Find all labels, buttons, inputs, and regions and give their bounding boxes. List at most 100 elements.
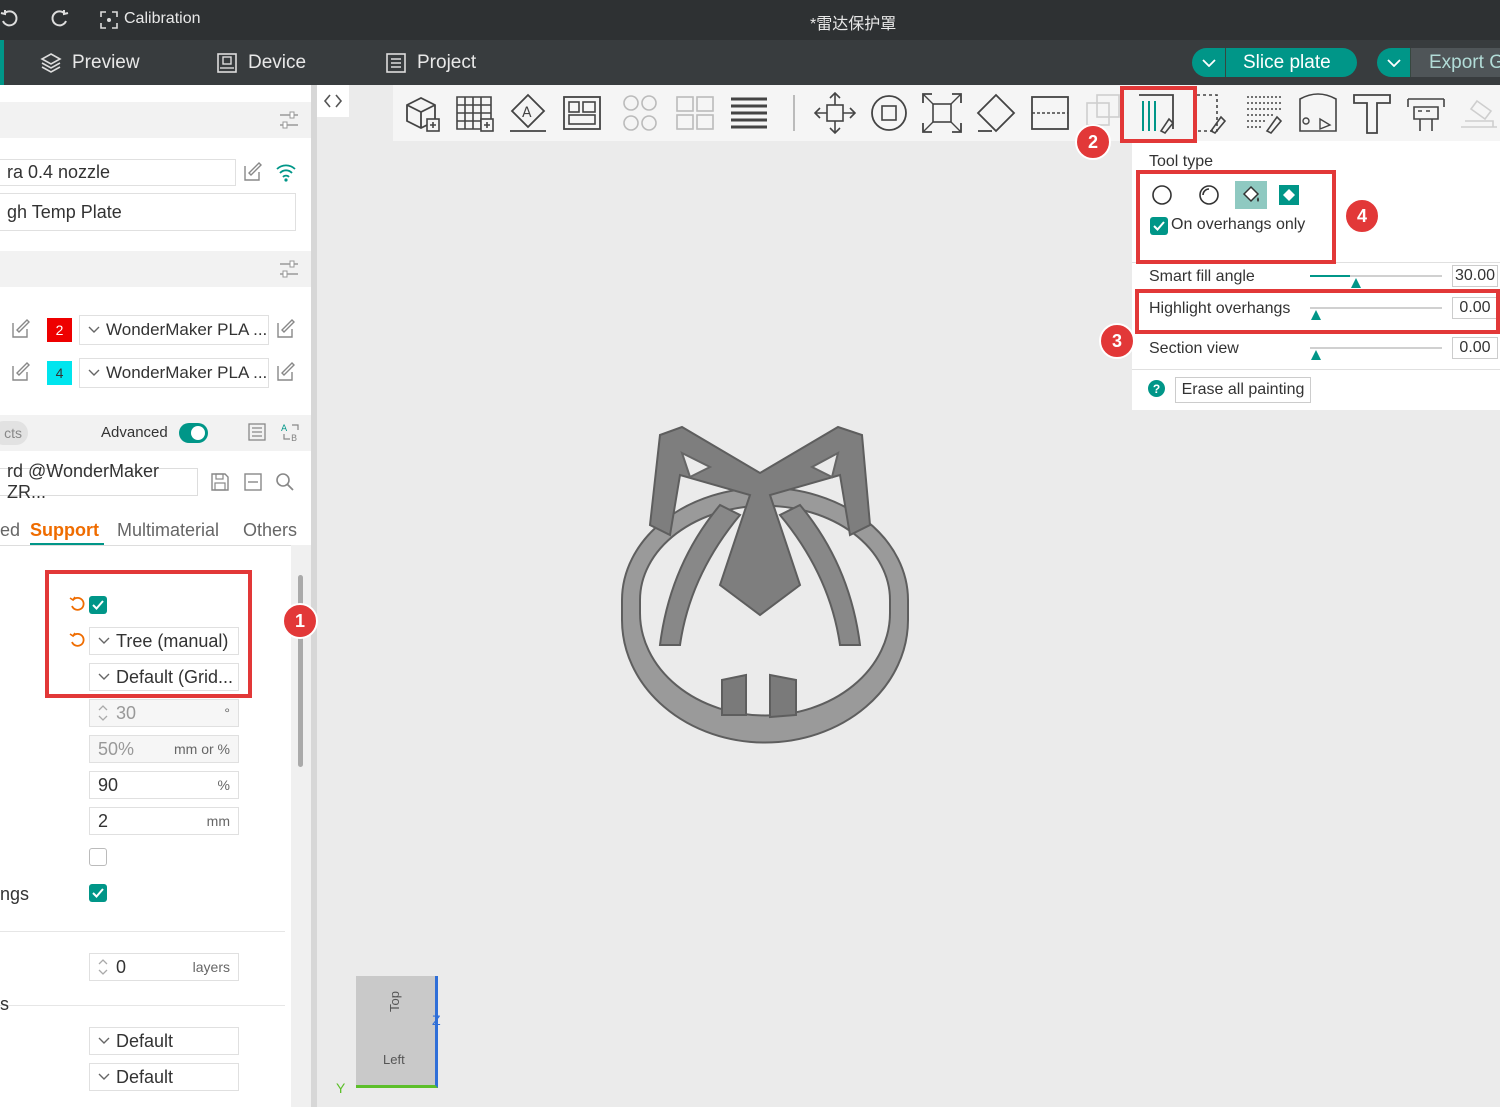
distance-field[interactable]: 2 mm: [89, 807, 239, 835]
text-tool-icon[interactable]: [1350, 91, 1394, 135]
color-painting-icon[interactable]: [1296, 91, 1340, 135]
process-preset-select[interactable]: rd @WonderMaker ZR...: [0, 461, 198, 502]
default-select-1[interactable]: Default: [89, 1027, 239, 1055]
divider: [0, 1005, 285, 1006]
distance-unit: mm: [206, 813, 230, 829]
tab-device-label: Device: [248, 51, 307, 73]
layers-spinner[interactable]: 0 layers: [89, 953, 239, 981]
svg-text:B: B: [291, 434, 297, 443]
divider: [0, 545, 311, 546]
percent-unit: %: [217, 777, 230, 793]
plate-type-select[interactable]: gh Temp Plate: [0, 193, 296, 231]
section-label: s: [0, 994, 9, 1014]
tab-multimaterial[interactable]: Multimaterial: [117, 520, 219, 541]
move-icon[interactable]: [813, 91, 857, 135]
split-objects-icon[interactable]: [619, 91, 663, 135]
assembly-icon[interactable]: [1457, 91, 1500, 135]
option-checkbox[interactable]: [89, 848, 107, 866]
canvas-toolbar: A: [393, 85, 1500, 141]
tab-project[interactable]: Project: [385, 40, 476, 85]
split-parts-icon[interactable]: [673, 91, 717, 135]
model-view[interactable]: [600, 415, 920, 745]
initial-layer-value: 50%: [98, 738, 135, 759]
initial-layer-field[interactable]: 50% mm or %: [89, 735, 239, 763]
calibration-menu[interactable]: Calibration: [124, 10, 200, 28]
auto-orient-icon[interactable]: A: [506, 91, 550, 135]
wifi-icon[interactable]: [275, 161, 297, 183]
help-icon[interactable]: ?: [1148, 380, 1165, 397]
advanced-toggle[interactable]: [179, 423, 208, 443]
view-cube-top[interactable]: Top: [387, 991, 402, 1012]
minimize-icon[interactable]: [243, 472, 263, 492]
sidebar-splitter[interactable]: [311, 85, 317, 1107]
slice-plate-button[interactable]: Slice plate: [1192, 48, 1357, 77]
tab-device[interactable]: Device: [216, 40, 306, 85]
compare-icon[interactable]: AB: [280, 421, 302, 443]
measure-icon[interactable]: [1404, 91, 1448, 135]
edit-icon[interactable]: [11, 319, 31, 339]
overhangs-checkbox[interactable]: [89, 884, 107, 902]
section-view-label: Section view: [1149, 340, 1239, 357]
annotation-badge-4: 4: [1344, 198, 1380, 234]
scale-icon[interactable]: [920, 91, 964, 135]
annotation-box-3: [1135, 289, 1500, 334]
edit-icon[interactable]: [276, 319, 296, 339]
layers-list-icon[interactable]: [727, 91, 771, 135]
objects-tab[interactable]: cts: [0, 421, 28, 445]
section-slider[interactable]: [1310, 347, 1442, 349]
edit-icon[interactable]: [243, 162, 263, 182]
add-cube-icon[interactable]: [399, 91, 443, 135]
erase-all-button[interactable]: Erase all painting: [1175, 377, 1311, 403]
redo-icon[interactable]: [49, 9, 69, 34]
settings-sliders-icon[interactable]: [278, 258, 300, 280]
filament-select[interactable]: WonderMaker PLA ...: [79, 315, 269, 345]
edit-icon[interactable]: [276, 362, 296, 382]
nozzle-select[interactable]: ra 0.4 nozzle: [0, 159, 236, 186]
filament-select[interactable]: WonderMaker PLA ...: [79, 358, 269, 388]
calibration-icon[interactable]: [100, 11, 118, 34]
tab-preview[interactable]: Preview: [40, 40, 140, 85]
chevron-down-icon[interactable]: [1377, 48, 1411, 77]
initial-layer-unit: mm or %: [174, 741, 230, 757]
chevron-down-icon: [98, 1073, 110, 1080]
edit-icon[interactable]: [11, 362, 31, 382]
undo-icon[interactable]: [0, 9, 20, 34]
add-plate-grid-icon[interactable]: [453, 91, 497, 135]
save-icon[interactable]: [210, 472, 230, 492]
section-thumb[interactable]: [1311, 350, 1321, 360]
distance-value: 2: [98, 810, 109, 831]
lay-on-face-icon[interactable]: [974, 91, 1018, 135]
annotation-badge-3: 3: [1099, 323, 1135, 359]
search-icon[interactable]: [275, 472, 295, 492]
smart-fill-slider-fill: [1310, 275, 1350, 277]
cut-icon[interactable]: [1028, 91, 1072, 135]
smart-fill-thumb[interactable]: [1351, 278, 1361, 288]
export-button[interactable]: Export G: [1377, 48, 1500, 77]
section-value[interactable]: 0.00: [1452, 337, 1498, 359]
arrange-icon[interactable]: [560, 91, 604, 135]
view-cube-left[interactable]: Left: [383, 1052, 405, 1067]
code-arrows-icon: [323, 94, 343, 108]
view-cube[interactable]: Top Left: [356, 976, 438, 1088]
process-preset-value: rd @WonderMaker ZR...: [7, 461, 159, 502]
smart-fill-value[interactable]: 30.00: [1452, 265, 1498, 287]
layers-icon: [40, 52, 62, 73]
tab-support[interactable]: Support: [30, 520, 99, 541]
threshold-angle-value: 30: [116, 702, 137, 723]
percent-field[interactable]: 90 %: [89, 771, 239, 799]
settings-sliders-icon[interactable]: [278, 109, 300, 131]
tab-others[interactable]: Others: [243, 520, 297, 541]
project-icon: [386, 52, 406, 73]
list-view-icon[interactable]: [247, 422, 267, 442]
chevron-down-icon[interactable]: [1192, 48, 1226, 77]
active-indicator: [0, 40, 4, 85]
tab-speed[interactable]: ed: [0, 520, 20, 541]
threshold-angle-spinner[interactable]: 30 °: [89, 699, 239, 727]
default-select-2[interactable]: Default: [89, 1063, 239, 1091]
rotate-icon[interactable]: [867, 91, 911, 135]
chevron-down-icon: [88, 369, 100, 376]
fuzzy-skin-painting-icon[interactable]: [1243, 91, 1287, 135]
filament-color-swatch[interactable]: 2: [47, 318, 72, 342]
collapse-sidebar-button[interactable]: [317, 85, 349, 117]
filament-color-swatch[interactable]: 4: [47, 361, 72, 385]
